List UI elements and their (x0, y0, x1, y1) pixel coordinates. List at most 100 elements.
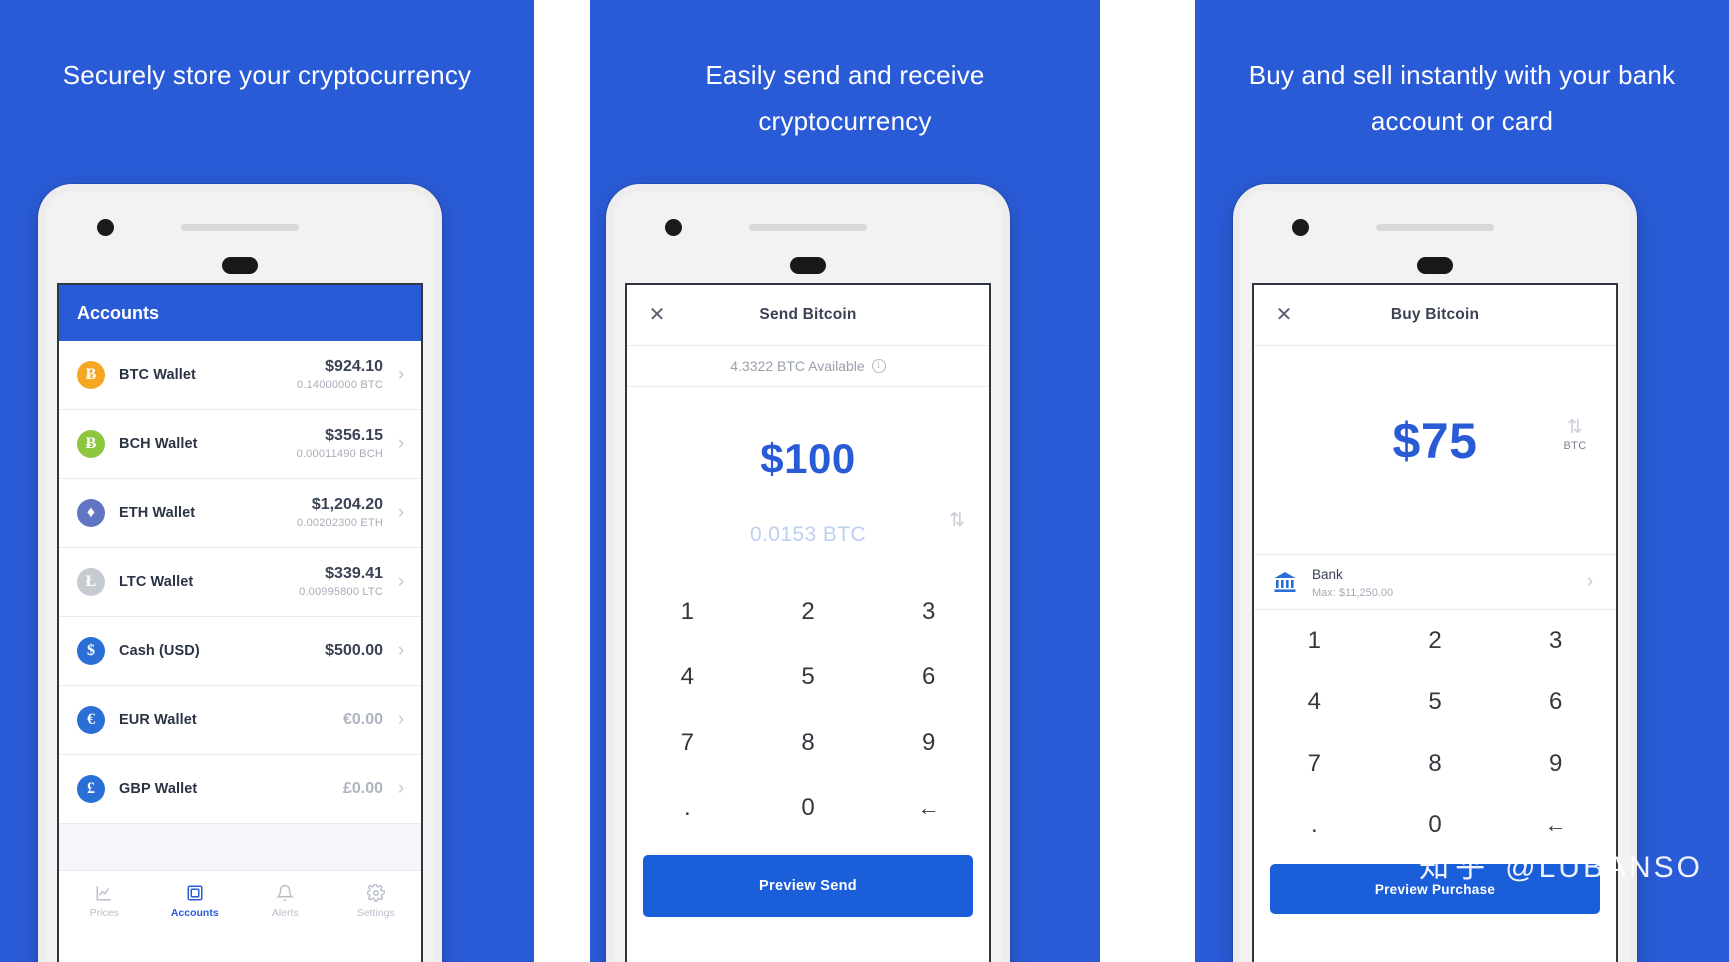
key-9[interactable]: 9 (1495, 733, 1616, 795)
key-3[interactable]: 3 (1495, 610, 1616, 672)
account-name: LTC Wallet (119, 574, 194, 590)
key-9[interactable]: 9 (868, 710, 989, 776)
account-row-btc[interactable]: Ƀ BTC Wallet $924.10 0.14000000 BTC › (59, 341, 421, 410)
currency-toggle[interactable]: ⇅ BTC (1552, 418, 1598, 452)
chevron-right-icon: › (397, 778, 405, 799)
account-fiat-balance: €0.00 (342, 711, 383, 728)
numeric-keypad: 1 2 3 4 5 6 7 8 9 . 0 ← (627, 579, 989, 841)
key-backspace-icon[interactable]: ← (1495, 795, 1616, 857)
preview-purchase-button[interactable]: Preview Purchase (1270, 864, 1600, 914)
sensor-icon (1417, 257, 1453, 274)
account-name: BCH Wallet (119, 436, 198, 452)
account-row-bch[interactable]: Ƀ BCH Wallet $356.15 0.00011490 BCH › (59, 410, 421, 479)
panel-1-headline: Securely store your cryptocurrency (62, 60, 472, 90)
key-4[interactable]: 4 (627, 645, 748, 711)
key-7[interactable]: 7 (1254, 733, 1375, 795)
gear-icon (366, 884, 385, 902)
account-row-gbp[interactable]: £ GBP Wallet £0.00 › (59, 755, 421, 824)
key-decimal[interactable]: . (1254, 795, 1375, 857)
amount-display[interactable]: $100 (627, 435, 989, 483)
bank-icon (1272, 571, 1298, 593)
send-modal-header: ✕ Send Bitcoin (627, 285, 989, 345)
key-4[interactable]: 4 (1254, 672, 1375, 734)
preview-send-button[interactable]: Preview Send (643, 855, 973, 917)
key-0[interactable]: 0 (748, 776, 869, 842)
account-row-ltc[interactable]: Ł LTC Wallet $339.41 0.00995800 LTC › (59, 548, 421, 617)
account-row-cash-usd[interactable]: $ Cash (USD) $500.00 › (59, 617, 421, 686)
accounts-icon (186, 884, 204, 902)
phone-volume-button (1632, 441, 1637, 519)
chevron-right-icon: › (397, 433, 405, 454)
phone-side-button (1005, 381, 1010, 425)
key-7[interactable]: 7 (627, 710, 748, 776)
chevron-right-icon: › (397, 640, 405, 661)
payment-method-text: Bank Max: $11,250.00 (1312, 566, 1572, 599)
earpiece-icon (749, 224, 867, 231)
phone-volume-button (1005, 441, 1010, 519)
account-name: ETH Wallet (119, 505, 196, 521)
accounts-header: Accounts (59, 285, 421, 341)
sensor-icon (790, 257, 826, 274)
eur-coin-icon: € (77, 706, 105, 734)
account-row-eur[interactable]: € EUR Wallet €0.00 › (59, 686, 421, 755)
close-icon[interactable]: ✕ (1274, 305, 1294, 325)
promo-panel-3: Buy and sell instantly with your bank ac… (1195, 0, 1729, 962)
key-5[interactable]: 5 (1375, 672, 1496, 734)
ltc-coin-icon: Ł (77, 568, 105, 596)
tab-accounts[interactable]: Accounts (150, 871, 241, 932)
accounts-list: Ƀ BTC Wallet $924.10 0.14000000 BTC › Ƀ (59, 341, 421, 870)
panel-3-headline: Buy and sell instantly with your bank ac… (1248, 60, 1676, 136)
account-values: $924.10 0.14000000 BTC (297, 357, 383, 393)
account-fiat-balance: £0.00 (342, 780, 383, 797)
phone-side-button (437, 381, 442, 425)
panel-divider-2 (1100, 0, 1195, 962)
account-crypto-balance: 0.14000000 BTC (297, 379, 383, 392)
converted-amount: 0.0153 BTC (749, 523, 867, 546)
front-camera-icon (665, 219, 682, 236)
key-1[interactable]: 1 (1254, 610, 1375, 672)
bell-icon (276, 884, 295, 902)
tab-label: Alerts (271, 907, 299, 919)
account-crypto-balance: 0.00011490 BCH (296, 448, 383, 461)
tab-prices[interactable]: Prices (59, 871, 150, 932)
accounts-title: Accounts (77, 302, 160, 323)
account-row-eth[interactable]: ♦ ETH Wallet $1,204.20 0.00202300 ETH › (59, 479, 421, 548)
chart-icon (95, 884, 113, 902)
sensor-icon (222, 257, 258, 274)
account-crypto-balance: 0.00202300 ETH (297, 517, 383, 530)
chevron-right-icon: › (397, 571, 405, 592)
key-5[interactable]: 5 (748, 645, 869, 711)
account-values: $339.41 0.00995800 LTC (299, 564, 383, 600)
account-fiat-balance: $339.41 (325, 565, 383, 583)
gbp-coin-icon: £ (77, 775, 105, 803)
swap-currency-icon[interactable]: ⇅ (949, 511, 965, 530)
phone-1-screen: Accounts Ƀ BTC Wallet $924.10 0.14000000… (57, 283, 423, 962)
key-6[interactable]: 6 (868, 645, 989, 711)
close-icon[interactable]: ✕ (647, 305, 667, 325)
payment-method-row[interactable]: Bank Max: $11,250.00 › (1254, 554, 1616, 610)
account-name: BTC Wallet (119, 367, 196, 383)
tab-alerts[interactable]: Alerts (240, 871, 331, 932)
swap-currency-unit: BTC (1563, 440, 1587, 452)
key-8[interactable]: 8 (748, 710, 869, 776)
account-fiat-balance: $1,204.20 (311, 496, 383, 514)
eth-coin-icon: ♦ (77, 499, 105, 527)
key-2[interactable]: 2 (1375, 610, 1496, 672)
key-8[interactable]: 8 (1375, 733, 1496, 795)
key-backspace-icon[interactable]: ← (868, 776, 989, 842)
payment-method-name: Bank (1312, 566, 1343, 582)
screenshot-root: Securely store your cryptocurrency Accou… (0, 0, 1729, 962)
info-icon[interactable]: i (871, 359, 886, 373)
chevron-right-icon: › (397, 364, 405, 385)
key-decimal[interactable]: . (627, 776, 748, 842)
key-3[interactable]: 3 (868, 579, 989, 645)
key-1[interactable]: 1 (627, 579, 748, 645)
tab-settings[interactable]: Settings (331, 871, 422, 932)
key-2[interactable]: 2 (748, 579, 869, 645)
phone-mockup-accounts: Accounts Ƀ BTC Wallet $924.10 0.14000000… (38, 184, 442, 962)
account-name: EUR Wallet (119, 712, 197, 728)
usd-coin-icon: $ (77, 637, 105, 665)
tab-label: Prices (89, 907, 119, 919)
key-6[interactable]: 6 (1495, 672, 1616, 734)
key-0[interactable]: 0 (1375, 795, 1496, 857)
